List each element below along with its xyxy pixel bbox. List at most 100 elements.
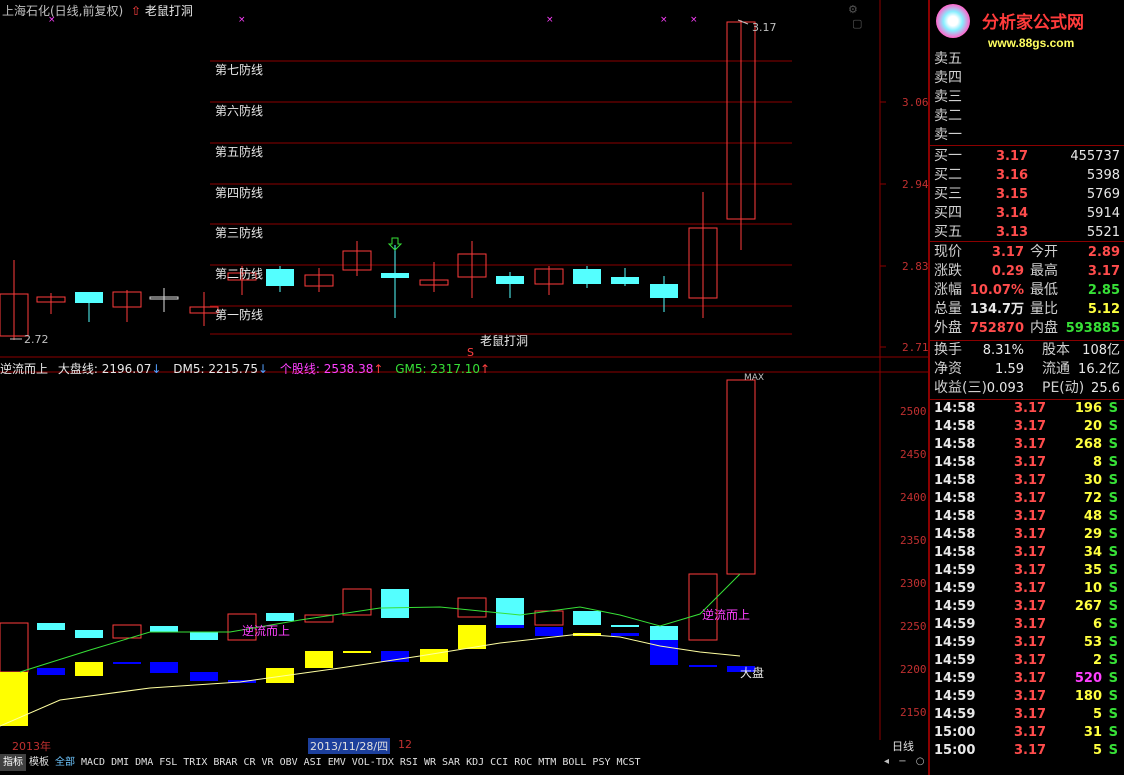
dapan-bar [689, 665, 717, 667]
chart-area[interactable]: × × × × × 上海石化(日线,前复权) ⇧ 老鼠打洞 ⚙ ▢ 3.17 2… [0, 0, 929, 740]
circle-icon[interactable]: ○ [916, 756, 925, 767]
tab-trix[interactable]: TRIX [180, 754, 210, 771]
tab-全部[interactable]: 全部 [52, 754, 78, 771]
dapan-bar [37, 668, 65, 675]
tick-side: S [1108, 563, 1118, 578]
dapan-bar [75, 662, 103, 676]
date-bar: 2013年 2013/11/28/四 12 日线 [0, 738, 928, 754]
value-axis-label: 2150 [900, 706, 927, 719]
minus-icon[interactable]: − [898, 756, 906, 767]
quote-row: 涨跌 0.29 最高 3.17 [930, 262, 1124, 281]
quote-label: 现价 [934, 244, 962, 260]
defense-label-1: 第一防线 [215, 308, 264, 322]
tick-time: 14:59 [934, 671, 976, 686]
quote-label: 涨幅 [934, 282, 962, 298]
tab-模板[interactable]: 模板 [26, 754, 52, 771]
dapan-bar [305, 651, 333, 668]
tick-volume: 5 [1092, 707, 1102, 722]
fundamental-row: 收益(三) 0.093 PE(动) 25.6 [930, 379, 1124, 398]
tab-dmi[interactable]: DMI [108, 754, 132, 771]
tick-volume: 267 [1074, 599, 1102, 614]
candle-body [573, 269, 601, 284]
up-arrow-icon: ↑ [373, 362, 384, 376]
gm5-line [19, 573, 741, 673]
tab-rsi[interactable]: RSI [397, 754, 421, 771]
tick-volume: 48 [1083, 509, 1102, 524]
buy-level-volume: 455737 [1070, 149, 1120, 164]
price-axis-label: 2.71 [902, 341, 929, 354]
sell-level-row: 卖三 [930, 88, 1124, 107]
tick-price: 3.17 [1014, 527, 1047, 542]
stock-bar [611, 625, 639, 627]
scroll-left-icon[interactable]: ◂ [884, 756, 889, 767]
value-axis-label: 2400 [900, 491, 927, 504]
gm5-value: 2317.10 [430, 362, 481, 376]
stock-bar [37, 623, 65, 630]
candle-body [75, 292, 103, 303]
tab-psy[interactable]: PSY [589, 754, 613, 771]
tab-sar[interactable]: SAR [439, 754, 463, 771]
tick-time: 14:59 [934, 581, 976, 596]
stock-bar [573, 611, 601, 625]
tab-boll[interactable]: BOLL [559, 754, 589, 771]
bottom-indicator-name: 逆流而上 [0, 362, 49, 376]
defense-label-4: 第四防线 [215, 186, 264, 200]
candle-body [381, 273, 409, 278]
tick-time: 14:59 [934, 689, 976, 704]
period-label[interactable]: 日线 [892, 738, 914, 754]
tab-kdj[interactable]: KDJ [463, 754, 487, 771]
tick-price: 3.17 [1014, 545, 1047, 560]
annotation-label: 逆流而上 [242, 624, 291, 638]
tick-time: 14:58 [934, 545, 976, 560]
tab-指标[interactable]: 指标 [0, 754, 26, 771]
stock-bar [457, 597, 487, 618]
tick-price: 3.17 [1014, 707, 1047, 722]
stock-bar [190, 632, 218, 640]
month-label: 12 [398, 738, 412, 751]
tab-roc[interactable]: ROC [511, 754, 535, 771]
gegu-label: 个股线: [279, 362, 320, 376]
tick-price: 3.17 [1014, 635, 1047, 650]
tab-scroll-controls[interactable]: ◂ − ○ [884, 756, 925, 767]
quote-row: 涨幅 10.07% 最低 2.85 [930, 281, 1124, 300]
tab-emv[interactable]: EMV [325, 754, 349, 771]
stock-bar [726, 379, 756, 575]
stock-bar [150, 626, 178, 632]
tab-fsl[interactable]: FSL [156, 754, 180, 771]
tick-price: 3.17 [1014, 419, 1047, 434]
tab-obv[interactable]: OBV [277, 754, 301, 771]
tab-vr[interactable]: VR [259, 754, 277, 771]
tab-dma[interactable]: DMA [132, 754, 156, 771]
candle-body [266, 269, 294, 286]
buy-level-price: 3.13 [996, 225, 1029, 240]
tab-vol-tdx[interactable]: VOL-TDX [349, 754, 397, 771]
dapan-bar [650, 640, 678, 665]
tab-mcst[interactable]: MCST [613, 754, 643, 771]
tab-brar[interactable]: BRAR [210, 754, 240, 771]
settings-icon[interactable]: ⚙ [848, 3, 858, 16]
quote-value: 134.7万 [969, 302, 1024, 317]
tab-asi[interactable]: ASI [301, 754, 325, 771]
signal-marker: S [467, 346, 474, 359]
tick-time: 14:59 [934, 563, 976, 578]
tab-mtm[interactable]: MTM [535, 754, 559, 771]
candle-body [650, 284, 678, 298]
tab-cci[interactable]: CCI [487, 754, 511, 771]
tab-macd[interactable]: MACD [78, 754, 108, 771]
quote-value: 752870 [969, 321, 1024, 336]
tick-row: 14:59 3.17 6 S [930, 616, 1124, 634]
stock-bar [650, 626, 678, 640]
tab-cr[interactable]: CR [240, 754, 258, 771]
quote-label: 最低 [1030, 282, 1058, 298]
tab-wr[interactable]: WR [421, 754, 439, 771]
quote-label: 总量 [934, 301, 962, 317]
defense-lines [210, 60, 792, 335]
quote-value: 2.89 [1087, 245, 1120, 260]
tick-row: 15:00 3.17 31 S [930, 724, 1124, 742]
tick-time: 14:59 [934, 653, 976, 668]
tick-row: 14:59 3.17 35 S [930, 562, 1124, 580]
price-axis-label: 3.06 [902, 96, 929, 109]
fundamental-label: 流通 [1042, 361, 1070, 377]
window-icon[interactable]: ▢ [852, 17, 862, 30]
tick-side: S [1108, 689, 1118, 704]
